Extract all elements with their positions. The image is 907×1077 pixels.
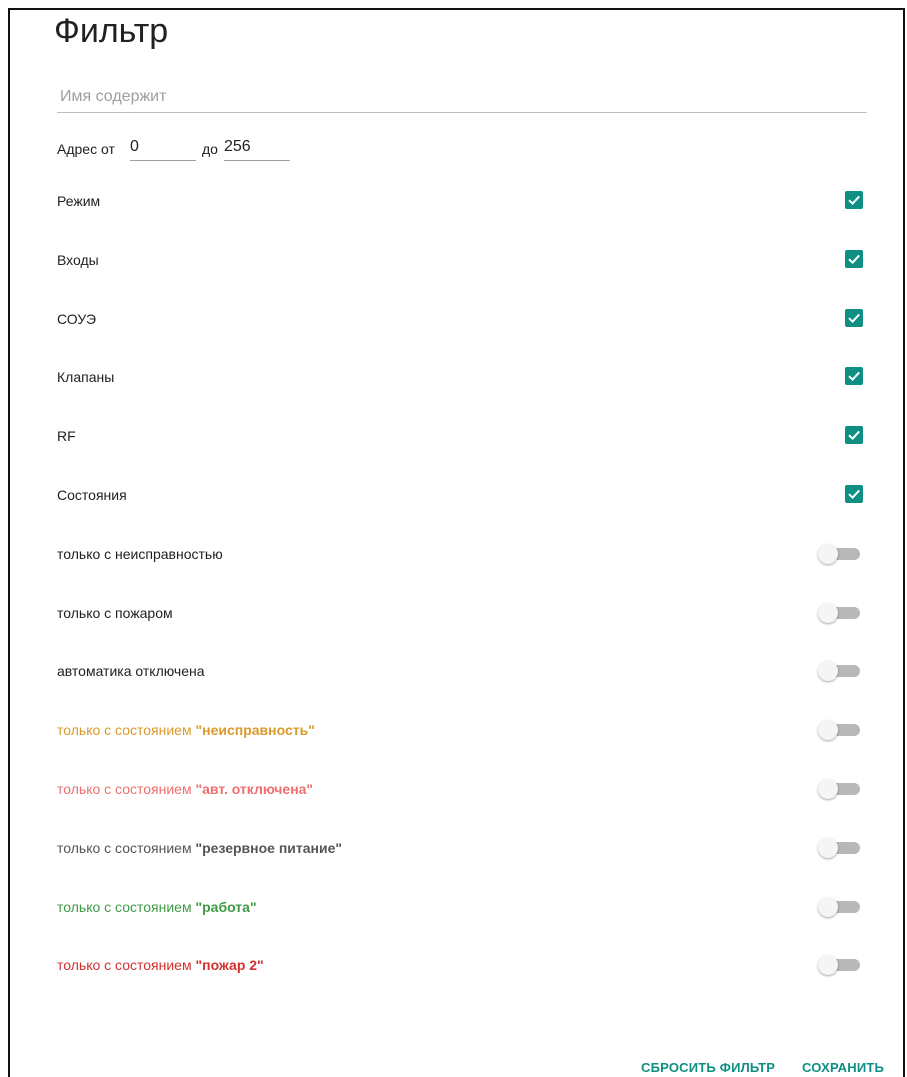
toggle-row-label: только с состоянием "работа" <box>57 899 257 915</box>
toggle-switch[interactable] <box>818 720 862 740</box>
toggle-switch[interactable] <box>818 897 862 917</box>
checkbox-row-label: СОУЭ <box>57 311 97 327</box>
toggle-row-label: только с состоянием "пожар 2" <box>57 957 264 973</box>
toggle-row[interactable]: только с состоянием "авт. отключена" <box>57 774 867 804</box>
toggle-switch-thumb <box>818 897 838 917</box>
address-to-input[interactable]: 256 <box>224 136 290 161</box>
checkbox-row-label: Режим <box>57 193 101 209</box>
checkbox-row[interactable]: Клапаны <box>57 362 867 392</box>
toggle-row-label-prefix: только с состоянием <box>57 722 196 738</box>
reset-filter-button[interactable]: СБРОСИТЬ ФИЛЬТР <box>641 1060 775 1075</box>
checkbox-row[interactable]: СОУЭ <box>57 304 867 334</box>
checkbox-row[interactable]: Входы <box>57 245 867 275</box>
toggle-row-label-state: "резервное питание" <box>195 840 343 856</box>
toggle-row[interactable]: только с состоянием "пожар 2" <box>57 950 867 980</box>
check-icon <box>848 371 860 382</box>
toggle-switch-thumb <box>818 838 838 858</box>
checkbox[interactable] <box>845 426 863 444</box>
toggle-row[interactable]: только с неисправностью <box>57 539 867 569</box>
toggle-row-label-state: "неисправность" <box>195 722 315 738</box>
toggle-row[interactable]: автоматика отключена <box>57 656 867 686</box>
address-from-input[interactable]: 0 <box>130 136 196 161</box>
toggle-switch-thumb <box>818 720 838 740</box>
toggle-switch[interactable] <box>818 838 862 858</box>
toggle-switch[interactable] <box>818 955 862 975</box>
toggle-row-label-prefix: автоматика отключена <box>57 663 205 679</box>
checkbox[interactable] <box>845 309 863 327</box>
toggle-row-label-prefix: только с пожаром <box>57 605 173 621</box>
toggle-row-label-state: "авт. отключена" <box>195 781 314 797</box>
toggle-row-label-prefix: только с состоянием <box>57 840 196 856</box>
check-icon <box>848 430 860 441</box>
checkbox-row[interactable]: RF <box>57 421 867 451</box>
toggle-row-label-prefix: только с неисправностью <box>57 546 223 562</box>
name-contains-placeholder: Имя содержит <box>60 88 167 105</box>
toggle-row-label-prefix: только с состоянием <box>57 781 196 797</box>
check-icon <box>848 313 860 324</box>
toggle-row-label-prefix: только с состоянием <box>57 899 196 915</box>
toggle-row[interactable]: только с состоянием "работа" <box>57 892 867 922</box>
toggle-switch[interactable] <box>818 779 862 799</box>
toggle-switch-thumb <box>818 603 838 623</box>
toggle-row-label: автоматика отключена <box>57 663 205 679</box>
toggle-row[interactable]: только с состоянием "неисправность" <box>57 715 867 745</box>
toggle-row-label: только с состоянием "авт. отключена" <box>57 781 313 797</box>
check-icon <box>848 195 860 206</box>
toggle-row-label-state: "пожар 2" <box>195 957 264 973</box>
address-to-label: до <box>202 141 218 157</box>
address-from-label: Адрес от <box>57 141 115 157</box>
checkbox[interactable] <box>845 367 863 385</box>
toggle-row-label: только с пожаром <box>57 605 173 621</box>
dialog-title: Фильтр <box>54 12 169 50</box>
toggle-row[interactable]: только с состоянием "резервное питание" <box>57 833 867 863</box>
checkbox-row-label: RF <box>57 428 76 444</box>
checkbox-row-label: Входы <box>57 252 99 268</box>
toggle-switch-thumb <box>818 544 838 564</box>
checkbox-row[interactable]: Режим <box>57 186 867 216</box>
toggle-row-label: только с состоянием "резервное питание" <box>57 840 342 856</box>
toggle-row[interactable]: только с пожаром <box>57 598 867 628</box>
toggle-switch[interactable] <box>818 661 862 681</box>
toggle-switch[interactable] <box>818 544 862 564</box>
toggle-switch[interactable] <box>818 603 862 623</box>
checkbox-row-label: Клапаны <box>57 369 115 385</box>
checkbox[interactable] <box>845 485 863 503</box>
toggle-row-label-prefix: только с состоянием <box>57 957 196 973</box>
checkbox-row[interactable]: Состояния <box>57 480 867 510</box>
check-icon <box>848 489 860 500</box>
checkbox[interactable] <box>845 250 863 268</box>
toggle-row-label-state: "работа" <box>195 899 257 915</box>
toggle-switch-thumb <box>818 661 838 681</box>
toggle-row-label: только с неисправностью <box>57 546 223 562</box>
toggle-switch-thumb <box>818 955 838 975</box>
toggle-row-label: только с состоянием "неисправность" <box>57 722 315 738</box>
check-icon <box>848 254 860 265</box>
checkbox-row-label: Состояния <box>57 487 127 503</box>
toggle-switch-thumb <box>818 779 838 799</box>
save-button[interactable]: СОХРАНИТЬ <box>802 1060 884 1075</box>
name-contains-input[interactable]: Имя содержит <box>57 84 867 113</box>
checkbox[interactable] <box>845 191 863 209</box>
